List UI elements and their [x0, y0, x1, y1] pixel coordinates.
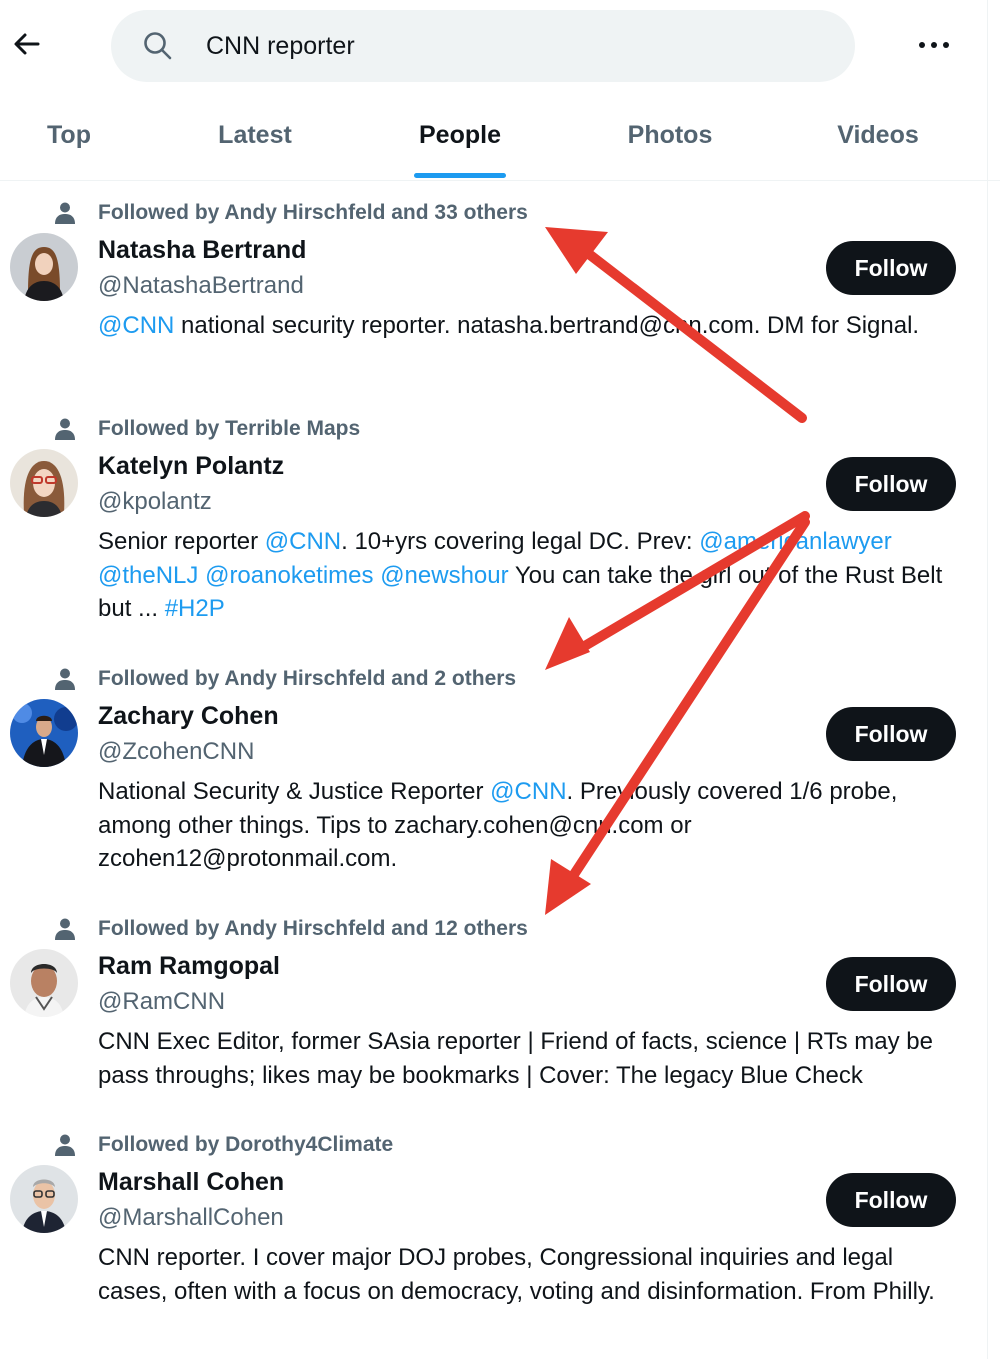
user-bio: @CNN national security reporter. natasha… [98, 309, 958, 343]
tab-label: Photos [627, 121, 713, 149]
user-name[interactable]: Ram Ramgopal [98, 952, 280, 981]
follow-button[interactable]: Follow [826, 957, 956, 1011]
user-handle[interactable]: @MarshallCohen [98, 1204, 284, 1232]
user-name[interactable]: Katelyn Polantz [98, 452, 284, 481]
search-icon [144, 32, 172, 60]
mention-link[interactable]: @roanoketimes [205, 562, 373, 589]
followed-by-text: Followed by Terrible Maps [98, 417, 361, 440]
user-handle[interactable]: @kpolantz [98, 488, 212, 516]
search-tabs: Top Latest People Photos Videos [0, 100, 1000, 181]
arrow-left-icon [14, 33, 40, 55]
mention-link[interactable]: @CNN [98, 312, 174, 339]
person-icon [55, 668, 75, 690]
user-handle[interactable]: @RamCNN [98, 988, 225, 1016]
person-icon [55, 918, 75, 940]
tab-latest[interactable]: Latest [203, 100, 307, 180]
tab-label: People [419, 121, 501, 149]
user-name[interactable]: Zachary Cohen [98, 702, 279, 731]
tab-videos[interactable]: Videos [826, 100, 930, 180]
user-bio: Senior reporter @CNN. 10+yrs covering le… [98, 525, 958, 626]
person-icon [55, 202, 75, 224]
tab-photos[interactable]: Photos [615, 100, 725, 180]
back-button[interactable] [10, 26, 46, 62]
follow-button[interactable]: Follow [826, 241, 956, 295]
mention-link[interactable]: @theNLJ [98, 562, 198, 589]
mention-link[interactable]: @americanlawyer [699, 528, 891, 555]
tab-people[interactable]: People [410, 100, 510, 180]
mention-link[interactable]: @newshour [380, 562, 508, 589]
avatar[interactable] [10, 449, 78, 517]
more-icon [919, 42, 949, 48]
avatar[interactable] [10, 699, 78, 767]
avatar[interactable] [10, 1165, 78, 1233]
bio-text: CNN Exec Editor, former SAsia reporter |… [98, 1028, 933, 1089]
follow-button[interactable]: Follow [826, 1173, 956, 1227]
follow-button[interactable]: Follow [826, 457, 956, 511]
tab-label: Latest [218, 121, 292, 149]
user-bio: CNN Exec Editor, former SAsia reporter |… [98, 1025, 958, 1092]
user-name[interactable]: Natasha Bertrand [98, 236, 306, 265]
followed-by-text: Followed by Andy Hirschfeld and 33 other… [98, 201, 528, 224]
column-divider [987, 0, 988, 1359]
mention-link[interactable]: @CNN [265, 528, 341, 555]
user-bio: CNN reporter. I cover major DOJ probes, … [98, 1241, 958, 1308]
top-bar [0, 0, 1000, 92]
tab-top[interactable]: Top [18, 100, 120, 180]
person-icon [55, 418, 75, 440]
avatar[interactable] [10, 233, 78, 301]
more-button[interactable] [914, 30, 954, 60]
user-handle[interactable]: @NatashaBertrand [98, 272, 304, 300]
user-handle[interactable]: @ZcohenCNN [98, 738, 254, 766]
hashtag-link[interactable]: #H2P [165, 595, 225, 622]
avatar[interactable] [10, 949, 78, 1017]
search-input[interactable] [206, 28, 806, 64]
bio-text: National Security & Justice Reporter [98, 778, 491, 805]
bio-text: CNN reporter. I cover major DOJ probes, … [98, 1244, 935, 1305]
bio-text: . 10+yrs covering legal DC. Prev: [341, 528, 700, 555]
tab-label: Videos [837, 121, 919, 149]
search-box[interactable] [111, 10, 855, 82]
followed-by-text: Followed by Dorothy4Climate [98, 1133, 394, 1156]
active-tab-indicator [414, 173, 506, 178]
bio-text: national security reporter. natasha.bert… [174, 312, 920, 339]
person-icon [55, 1134, 75, 1156]
tab-label: Top [47, 121, 91, 149]
user-name[interactable]: Marshall Cohen [98, 1168, 284, 1197]
follow-button[interactable]: Follow [826, 707, 956, 761]
bio-text: Senior reporter [98, 528, 265, 555]
user-bio: National Security & Justice Reporter @CN… [98, 775, 958, 876]
mention-link[interactable]: @CNN [490, 778, 566, 805]
followed-by-text: Followed by Andy Hirschfeld and 2 others [98, 667, 517, 690]
followed-by-text: Followed by Andy Hirschfeld and 12 other… [98, 917, 528, 940]
